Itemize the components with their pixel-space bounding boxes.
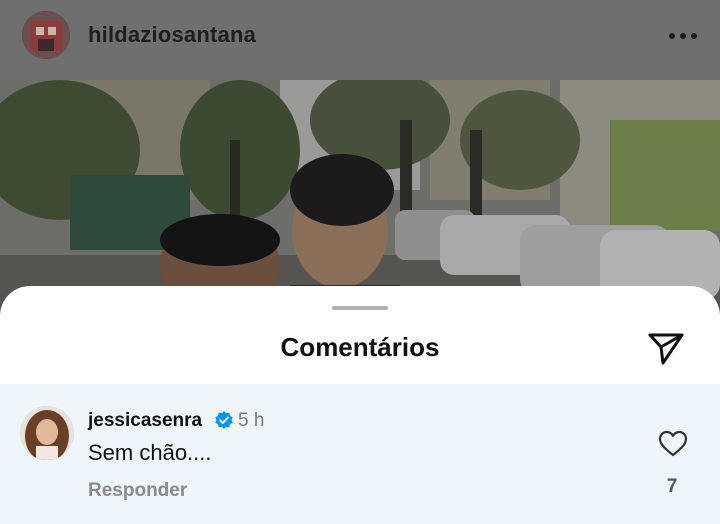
heart-icon[interactable] [658,430,688,458]
post-username[interactable]: hildaziosantana [88,22,256,48]
comment-username[interactable]: jessicasenra [88,410,202,432]
comment-item: jessicasenra 5 h Sem chão.... Responder … [0,384,720,524]
post-avatar[interactable] [22,11,70,59]
post-header: hildaziosantana [0,0,720,80]
verified-badge-icon [214,410,234,430]
reply-button[interactable]: Responder [88,480,187,502]
sheet-title: Comentários [280,332,440,362]
comments-sheet: Comentários jessicasenra 5 h Sem chão...… [0,286,720,524]
comment-avatar[interactable] [20,406,74,460]
more-horizontal-icon[interactable] [664,24,704,48]
send-icon[interactable] [646,328,686,368]
comment-time: 5 h [238,410,265,431]
sheet-drag-handle[interactable] [332,306,388,310]
comment-text: Sem chão.... [88,440,212,465]
like-count: 7 [666,476,678,497]
